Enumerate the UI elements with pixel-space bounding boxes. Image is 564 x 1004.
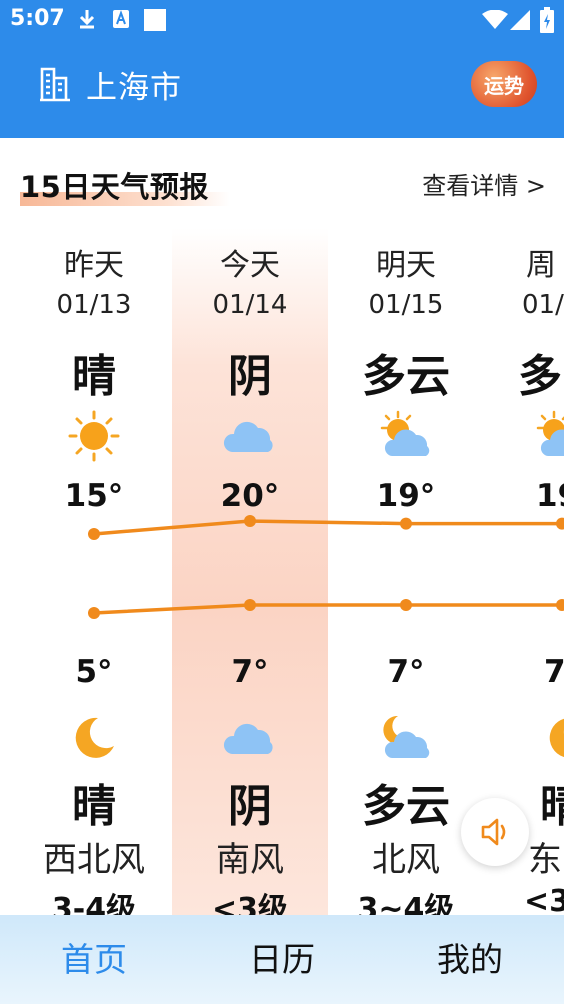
speaker-icon: [481, 818, 506, 846]
day-condition: 多: [518, 351, 562, 402]
high-temp: 19°: [376, 478, 436, 514]
low-temp: 5°: [75, 654, 113, 690]
day-date: 01/13: [56, 290, 132, 320]
wind-direction: 东: [528, 840, 562, 880]
city-selector[interactable]: 上海市: [38, 62, 182, 106]
night-condition: 晴: [540, 781, 564, 832]
high-temp: 19: [536, 478, 564, 514]
nav-calendar[interactable]: 日历: [188, 915, 376, 1004]
day-name: 明天: [376, 248, 436, 283]
bottom-nav: 首页 日历 我的: [0, 915, 564, 1004]
day-condition: 阴: [228, 351, 272, 402]
day-condition: 晴: [72, 351, 116, 402]
day-name: 周: [526, 248, 556, 283]
moon-icon: [16, 712, 172, 764]
download-icon: [79, 10, 95, 29]
day-name: 昨天: [64, 248, 124, 283]
low-temp: 7°: [231, 654, 269, 690]
notification-square-icon: [144, 9, 166, 31]
moon-cloud-icon: [328, 712, 484, 764]
building-icon: [40, 67, 70, 102]
status-bar: 5:07: [0, 0, 564, 38]
wind-direction: 北风: [372, 840, 440, 880]
low-temp-point: [88, 607, 100, 619]
forecast-title: 15日天气预报: [20, 170, 209, 204]
low-temp: 7: [544, 654, 564, 690]
sun-cloud-icon: [532, 410, 564, 462]
low-temp: 7°: [387, 654, 425, 690]
high-temp-point: [400, 517, 412, 530]
day-condition: 多云: [362, 351, 450, 402]
high-temp-point: [88, 528, 100, 540]
night-condition: 多云: [362, 781, 450, 832]
nav-mine[interactable]: 我的: [376, 915, 564, 1004]
high-temp: 15°: [64, 478, 124, 514]
day-name: 今天: [220, 248, 280, 283]
forecast-title-wrap: 15日天气预报: [20, 164, 230, 206]
voice-broadcast-button[interactable]: [461, 798, 529, 866]
moon-icon: [542, 712, 564, 764]
status-time: 5:07: [10, 6, 65, 31]
day-date: 01/14: [212, 290, 288, 320]
low-temp-point: [400, 599, 412, 611]
cloud-icon: [172, 712, 328, 764]
sun-icon: [16, 410, 172, 462]
app-notification-icon: [113, 10, 129, 28]
day-date: 01/15: [368, 290, 444, 320]
night-condition: 晴: [72, 781, 116, 832]
nav-home[interactable]: 首页: [0, 915, 188, 1004]
sun-cloud-icon: [328, 410, 484, 462]
city-name: 上海市: [86, 69, 182, 106]
cloud-icon: [172, 410, 328, 462]
day-date: 01/: [522, 290, 564, 320]
wind-direction: 南风: [216, 840, 284, 880]
wind-level: <3: [524, 884, 564, 919]
high-temp: 20°: [220, 478, 280, 514]
night-condition: 阴: [228, 781, 272, 832]
top-bar: 5:07 上海市 运势: [0, 0, 564, 138]
wind-direction: 西北风: [43, 840, 145, 880]
